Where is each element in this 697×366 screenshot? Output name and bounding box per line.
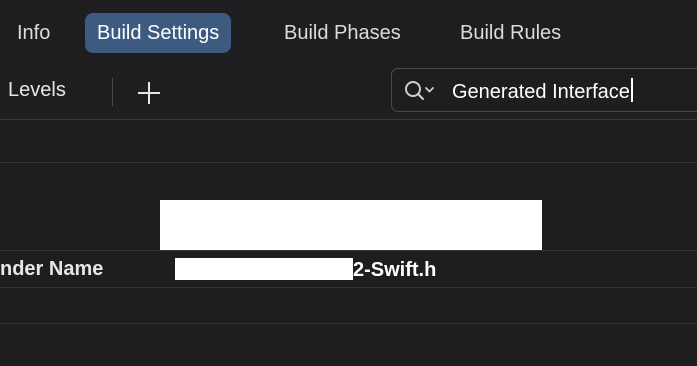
- setting-value[interactable]: 2-Swift.h: [175, 258, 436, 282]
- search-field[interactable]: Generated Interface: [391, 68, 697, 112]
- row-divider: [0, 323, 697, 324]
- plus-icon[interactable]: [137, 81, 161, 105]
- setting-value-suffix: 2-Swift.h: [353, 259, 437, 281]
- row-divider: [0, 162, 697, 163]
- tab-build-phases[interactable]: Build Phases: [272, 13, 413, 53]
- search-input[interactable]: Generated Interface: [452, 78, 633, 104]
- setting-name-label: nder Name: [0, 258, 104, 280]
- levels-filter-button[interactable]: Levels: [8, 79, 66, 102]
- tab-build-rules[interactable]: Build Rules: [448, 13, 573, 53]
- tab-info[interactable]: Info: [5, 13, 62, 53]
- row-divider: [0, 287, 697, 288]
- editor-tab-bar: Info Build Settings Build Phases Build R…: [0, 0, 697, 62]
- redacted-block: [160, 200, 542, 250]
- search-input-value: Generated Interface: [452, 81, 630, 103]
- toolbar-divider: [112, 78, 113, 106]
- search-icon[interactable]: [404, 80, 436, 102]
- tab-build-settings[interactable]: Build Settings: [85, 13, 232, 53]
- redacted-text: [175, 258, 353, 280]
- row-divider: [0, 250, 697, 251]
- text-caret: [630, 78, 633, 102]
